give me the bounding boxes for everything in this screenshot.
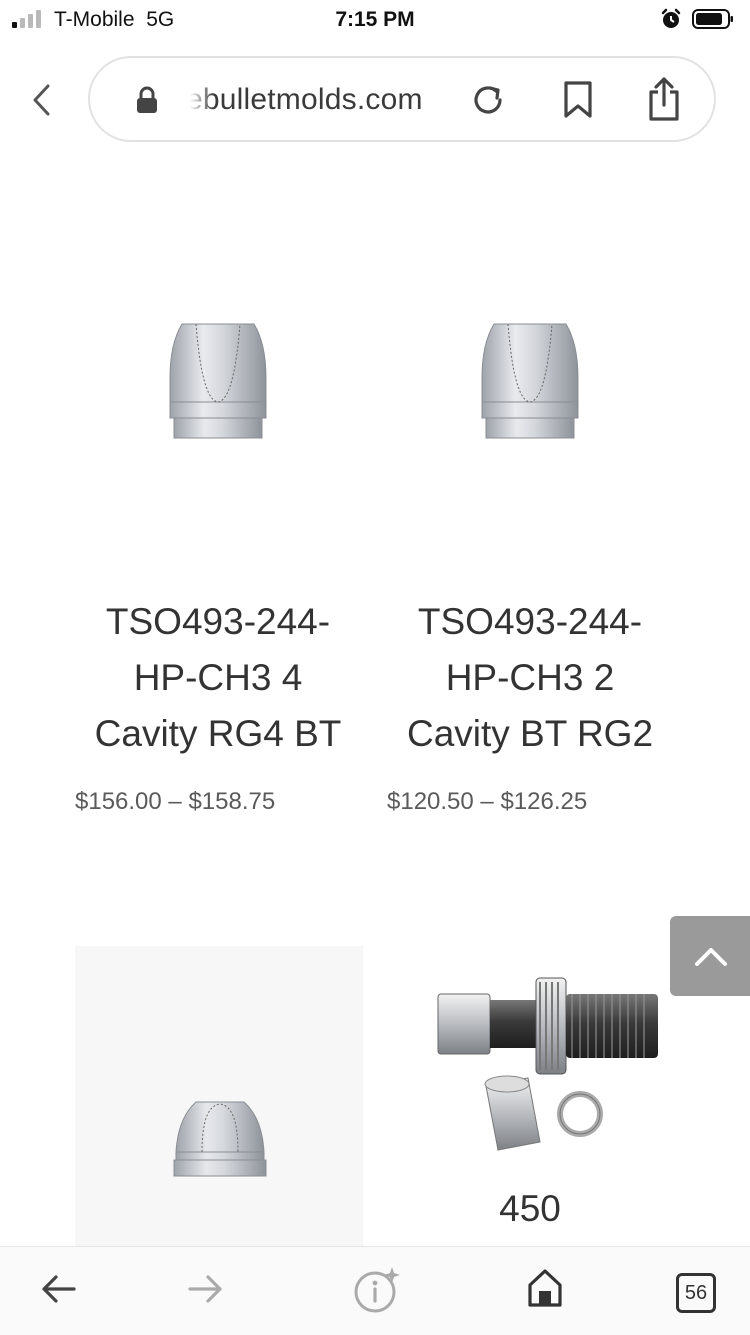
alarm-icon [661,8,681,28]
arrow-right-icon[interactable] [186,1269,226,1309]
product-price: $156.00 – $158.75 [75,788,276,815]
product-title[interactable]: TSO493-244- HP-CH3 4 Cavity RG4 BT [68,594,368,762]
sizing-die-image[interactable] [432,974,664,1160]
status-time: 7:15 PM [335,8,415,31]
bullet-image[interactable] [476,318,584,442]
battery-icon [692,9,733,29]
product-price: $120.50 – $126.25 [387,788,588,815]
info-icon[interactable] [352,1265,402,1315]
chevron-up-icon [695,948,727,966]
reload-icon[interactable] [470,82,506,118]
home-icon[interactable] [526,1267,564,1309]
product-title[interactable]: TSO493-244- HP-CH3 2 Cavity BT RG2 [380,594,680,762]
tabs-icon[interactable]: 56 [676,1273,716,1313]
url-fade [184,78,214,122]
product-image-frame[interactable] [75,946,363,1246]
share-icon[interactable] [646,76,682,122]
chevron-left-icon[interactable] [26,80,60,120]
status-bar: T-Mobile 5G 7:15 PM [0,0,750,40]
arrow-left-icon[interactable] [38,1269,78,1309]
product-title[interactable]: 450 [420,1188,640,1230]
address-bar[interactable]: ebulletmolds.com [88,56,716,142]
bullet-image[interactable] [172,1098,268,1180]
scroll-to-top-button[interactable] [670,916,750,996]
url-text[interactable]: ebulletmolds.com [186,83,423,117]
lock-icon [137,86,157,113]
browser-toolbar: 56 [0,1246,750,1335]
bookmark-icon[interactable] [562,80,594,120]
bullet-image[interactable] [164,318,272,442]
